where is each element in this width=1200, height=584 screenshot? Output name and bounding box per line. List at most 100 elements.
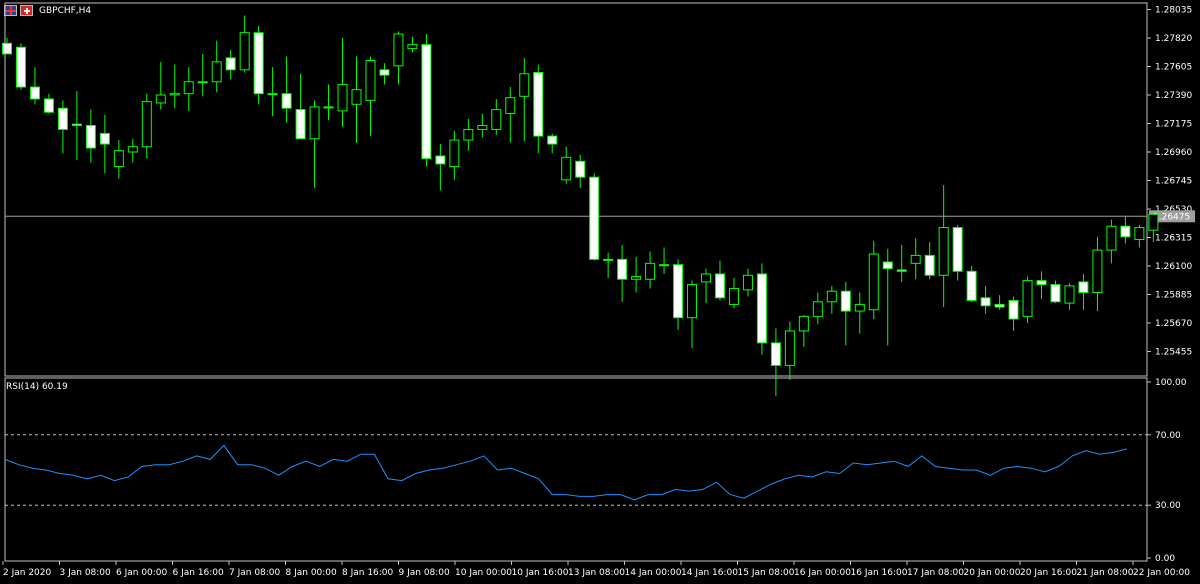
bull-candle <box>645 262 656 280</box>
price-tick-label: 1.27390 <box>1155 91 1192 101</box>
time-tick-label: 8 Jan 00:00 <box>286 568 338 578</box>
bull-candle <box>183 81 194 95</box>
bull-candle <box>728 288 739 305</box>
bear-candle <box>714 273 725 299</box>
bull-candle <box>1134 227 1145 240</box>
bull-candle <box>561 156 572 181</box>
time-tick-label: 10 Jan 16:00 <box>512 568 569 578</box>
time-tick-label: 6 Jan 00:00 <box>116 568 168 578</box>
price-tick-label: 1.27605 <box>1155 63 1192 73</box>
bull-candle <box>1148 213 1159 231</box>
bull-candle <box>505 97 516 115</box>
price-tick-label: 1.26100 <box>1155 262 1192 272</box>
time-tick-label: 8 Jan 16:00 <box>342 568 394 578</box>
current-price-label: 1.26475 <box>1153 212 1190 222</box>
time-tick-label: 20 Jan 16:00 <box>1020 568 1077 578</box>
time-tick-label: 13 Jan 08:00 <box>568 568 625 578</box>
bear-candle <box>323 106 334 109</box>
bull-candle <box>631 276 642 280</box>
price-tick-label: 1.28035 <box>1155 6 1192 16</box>
bull-candle <box>491 109 502 130</box>
bear-candle <box>994 303 1005 308</box>
time-tick-label: 6 Jan 16:00 <box>173 568 225 578</box>
bull-candle <box>463 128 474 141</box>
time-tick-label: 21 Jan 08:00 <box>1077 568 1134 578</box>
bull-candle <box>1022 280 1033 317</box>
bear-candle <box>43 98 54 113</box>
bear-candle <box>770 342 781 366</box>
price-tick-label: 1.25885 <box>1155 291 1192 301</box>
bull-candle <box>141 101 152 148</box>
bull-candle <box>127 146 138 153</box>
bull-candle <box>393 33 404 67</box>
bear-candle <box>882 261 893 270</box>
main-panel-border <box>4 2 1148 377</box>
bull-candle <box>519 73 530 97</box>
bull-candle <box>701 273 711 283</box>
bear-candle <box>966 270 977 301</box>
bull-candle <box>1092 249 1103 294</box>
time-tick-label: 14 Jan 16:00 <box>681 568 738 578</box>
time-tick-label: 10 Jan 00:00 <box>455 568 512 578</box>
bull-candle <box>449 139 460 168</box>
bear-candle <box>253 32 264 95</box>
bear-candle <box>589 176 600 260</box>
bear-candle <box>1078 281 1089 294</box>
bull-candle <box>309 106 320 140</box>
bull-candle <box>826 290 837 303</box>
bear-candle <box>281 93 292 109</box>
bear-candle <box>1036 280 1047 286</box>
bull-candle <box>155 94 166 104</box>
bear-candle <box>896 269 907 272</box>
bear-candle <box>673 264 684 319</box>
bear-candle <box>225 57 236 71</box>
bull-candle <box>798 315 809 332</box>
bear-candle <box>756 273 767 344</box>
chart-canvas[interactable]: 1.28035 1.27820 1.27605 1.27390 1.27175 1.269… <box>0 0 1200 584</box>
bear-candle <box>421 44 432 160</box>
time-tick-label: 7 Jan 08:00 <box>229 568 281 578</box>
time-tick-label: 22 Jan 00:00 <box>1133 568 1190 578</box>
bear-candle <box>547 135 558 145</box>
bull-candle <box>351 89 362 105</box>
price-tick-label: 1.25670 <box>1155 319 1192 329</box>
bear-candle <box>295 109 306 140</box>
bear-candle <box>575 160 586 178</box>
bear-candle <box>980 297 991 307</box>
rsi-tick-label: 70.00 <box>1155 431 1181 441</box>
bull-candle <box>868 253 879 311</box>
bull-candle <box>169 93 180 96</box>
time-tick-label: 16 Jan 00:00 <box>794 568 851 578</box>
bear-candle <box>197 81 208 84</box>
price-tick-label: 1.25455 <box>1155 348 1192 358</box>
time-tick-label: 17 Jan 08:00 <box>907 568 964 578</box>
price-tick-label: 1.26960 <box>1155 148 1192 158</box>
bear-candle <box>71 123 82 126</box>
bear-candle <box>952 227 963 272</box>
rsi-tick-label: 30.00 <box>1155 501 1181 511</box>
time-tick-label: 14 Jan 00:00 <box>625 568 682 578</box>
bear-candle <box>85 124 96 149</box>
time-tick-label: 16 Jan 16:00 <box>851 568 908 578</box>
bear-candle <box>924 254 935 276</box>
bull-candle <box>211 61 222 83</box>
time-tick-label: 15 Jan 08:00 <box>738 568 795 578</box>
rsi-line <box>4 444 1128 501</box>
bear-candle <box>603 258 614 261</box>
bull-candle <box>239 32 250 71</box>
rsi-tick-label: 100.00 <box>1155 378 1187 388</box>
bull-candle <box>1106 225 1117 251</box>
time-tick-label: 20 Jan 00:00 <box>964 568 1021 578</box>
price-tick-label: 1.26315 <box>1155 234 1192 244</box>
bear-candle <box>840 290 851 312</box>
bull-candle <box>407 44 418 50</box>
rsi-tick-label: 0.00 <box>1155 554 1175 564</box>
bear-candle <box>267 93 278 96</box>
price-tick-label: 1.26745 <box>1155 177 1192 187</box>
bear-candle <box>1120 225 1131 238</box>
bull-candle <box>812 301 823 317</box>
time-tick-label: 3 Jan 08:00 <box>60 568 112 578</box>
bull-candle <box>938 227 949 276</box>
bull-candle <box>687 284 698 319</box>
bear-candle <box>379 69 390 76</box>
